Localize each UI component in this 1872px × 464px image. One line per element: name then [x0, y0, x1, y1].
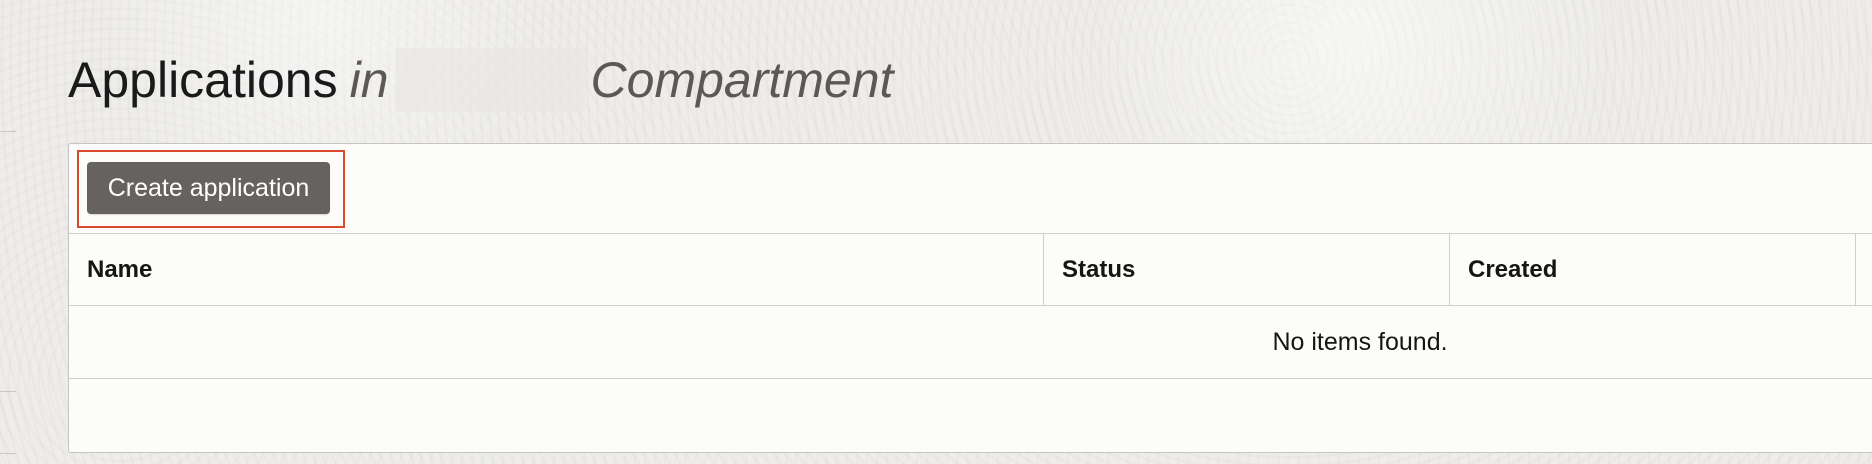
- page-title-in: in: [349, 52, 389, 108]
- empty-message: No items found.: [1272, 328, 1448, 356]
- sidebar-edge-tick: [0, 453, 16, 454]
- panel-toolbar: Create application: [69, 144, 1872, 234]
- page-title-word: Applications: [68, 52, 338, 108]
- page-title: Applications in Compartment: [68, 48, 893, 112]
- column-header-name[interactable]: Name: [69, 234, 1044, 306]
- column-header-status[interactable]: Status: [1044, 234, 1450, 306]
- create-application-button[interactable]: Create application: [87, 162, 330, 214]
- sidebar-edge-tick: [0, 131, 16, 132]
- sidebar-edge-tick: [0, 391, 16, 392]
- applications-table: Name Status Created No items found.: [69, 234, 1872, 379]
- column-header-created[interactable]: Created: [1450, 234, 1856, 306]
- applications-panel: Create application Name Status Created N…: [68, 143, 1872, 453]
- compartment-name-redacted: [394, 48, 585, 112]
- page-title-compartment: Compartment: [590, 52, 894, 108]
- table-empty-row: No items found.: [69, 306, 1872, 379]
- table-header-row: Name Status Created: [69, 234, 1872, 306]
